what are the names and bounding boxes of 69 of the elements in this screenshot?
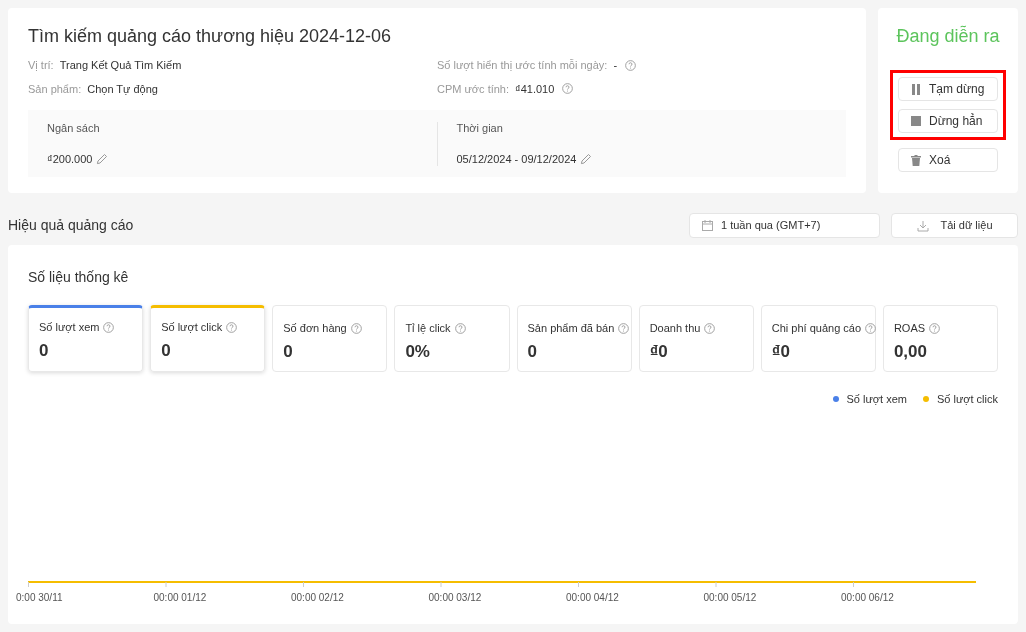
axis-label: 00:00 02/12 <box>291 591 345 605</box>
axis-label: 00:00 05/12 <box>703 591 758 605</box>
metric-label: Số đơn hàng <box>283 321 347 336</box>
download-icon <box>916 219 929 232</box>
info-value: Chọn Tự động <box>87 81 158 97</box>
pause-button[interactable]: Tạm dừng <box>898 77 998 101</box>
help-icon <box>350 322 362 334</box>
stats-title: Số liệu thống kê <box>28 268 130 287</box>
metric-value: 0,00 <box>893 340 928 363</box>
pencil-icon[interactable] <box>580 152 593 165</box>
metric-label: Số lượt xem <box>39 320 100 335</box>
axis-label: 00:00 04/12 <box>566 591 620 605</box>
legend-label: Số lượt click <box>936 392 998 407</box>
help-icon <box>226 321 238 333</box>
info-value: ₫41.010 <box>515 81 555 97</box>
metric-value: ₫0 <box>649 340 669 363</box>
metric-label: Số lượt click <box>161 320 223 335</box>
calendar-icon <box>702 220 713 231</box>
info-label: Sản phẩm: <box>28 81 82 97</box>
info-value: - <box>613 58 618 73</box>
pause-icon <box>911 83 921 95</box>
metric-card[interactable]: ROAS 0,00 <box>882 305 998 372</box>
metric-value: 0% <box>405 340 431 363</box>
date-range-picker[interactable]: 1 tuần qua (GMT+7) <box>689 213 880 238</box>
metric-card[interactable]: Số lượt click 0 <box>150 305 266 372</box>
axis-label: 00:00 01/12 <box>153 591 208 605</box>
budget-value: ₫200.000 <box>47 151 93 167</box>
help-icon <box>618 322 630 334</box>
metric-card[interactable]: Tỉ lệ click 0% <box>394 305 510 372</box>
download-button[interactable]: Tải dữ liệu <box>891 213 1018 238</box>
section-title: Hiệu quả quảng cáo <box>8 216 135 235</box>
metric-label: Tỉ lệ click <box>405 321 451 336</box>
metric-label: Sản phẩm đã bán <box>527 321 615 336</box>
metric-card[interactable]: Doanh thu ₫0 <box>638 305 754 372</box>
campaign-title: Tìm kiếm quảng cáo thương hiệu 2024-12-06 <box>28 25 393 48</box>
info-label: Số lượt hiển thị ước tính mỗi ngày: <box>437 58 608 73</box>
help-icon <box>704 322 716 334</box>
metric-value: 0 <box>161 339 172 362</box>
metric-label: Chi phí quảng cáo <box>771 321 862 336</box>
metric-value: 0 <box>39 339 50 362</box>
axis-label: 00:00 03/12 <box>428 591 483 605</box>
axis-label: 00:00 06/12 <box>841 591 895 605</box>
delete-button[interactable]: Xoá <box>898 148 998 172</box>
period-label: Thời gian <box>456 121 504 136</box>
help-icon <box>929 322 941 334</box>
trash-icon <box>911 154 921 166</box>
stop-button[interactable]: Dừng hẳn <box>898 109 998 133</box>
metric-value: 0 <box>527 340 538 363</box>
period-value: 05/12/2024 - 09/12/2024 <box>456 151 577 167</box>
metric-card[interactable]: Số đơn hàng 0 <box>272 305 388 372</box>
info-value: Trang Kết Quả Tìm Kiếm <box>59 58 182 73</box>
help-icon <box>865 322 877 334</box>
stop-icon <box>911 116 921 126</box>
metric-card[interactable]: Chi phí quảng cáo ₫0 <box>760 305 876 372</box>
info-label: Vị trí: <box>28 58 54 73</box>
help-icon <box>454 322 466 334</box>
axis-label: 0:00 30/11 <box>16 591 64 605</box>
metric-card[interactable]: Số lượt xem 0 <box>28 305 144 372</box>
metric-card[interactable]: Sản phẩm đã bán 0 <box>516 305 632 372</box>
pencil-icon[interactable] <box>96 152 109 165</box>
metric-value: 0 <box>283 340 294 363</box>
info-label: CPM ước tính: <box>437 81 510 97</box>
metric-label: ROAS <box>893 321 926 336</box>
metric-label: Doanh thu <box>649 321 701 336</box>
help-icon <box>103 321 115 333</box>
metric-value: ₫0 <box>771 340 791 363</box>
legend-label: Số lượt xem <box>846 392 907 407</box>
status-text: Đang diễn ra <box>896 24 1000 48</box>
budget-label: Ngân sách <box>47 121 101 136</box>
